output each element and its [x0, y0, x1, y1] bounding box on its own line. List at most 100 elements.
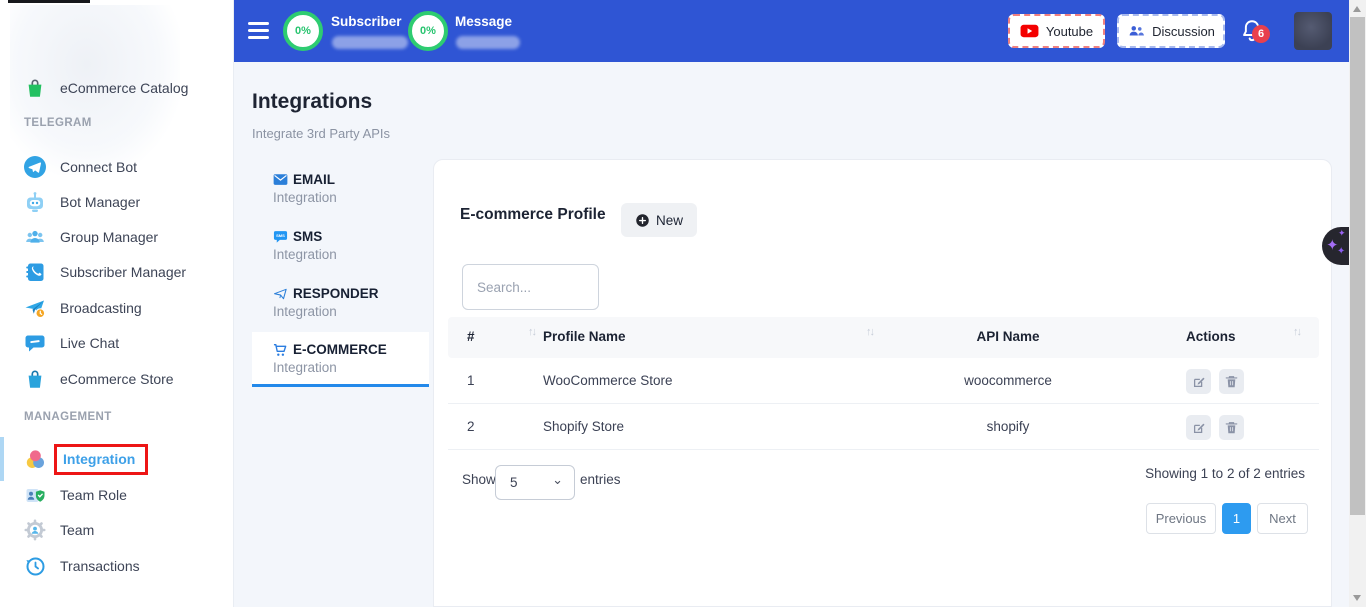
shopping-bag-green-icon: [23, 76, 47, 100]
sidebar-item-team[interactable]: Team: [0, 513, 233, 547]
delete-button[interactable]: [1219, 415, 1244, 440]
show-label: Show: [462, 472, 496, 487]
sidebar-item-label-annotated: Integration: [54, 444, 148, 475]
discussion-button-label: Discussion: [1152, 24, 1215, 39]
svg-text:SMS: SMS: [276, 233, 285, 238]
new-button-label: New: [656, 213, 683, 228]
row-num: 2: [467, 419, 475, 434]
scrollbar-thumb[interactable]: [1350, 17, 1365, 515]
sidebar-item-live-chat[interactable]: Live Chat: [0, 326, 233, 360]
table-row: 1 WooCommerce Store woocommerce: [448, 358, 1319, 404]
subscriber-stat-label: Subscriber: [331, 14, 402, 29]
sidebar-item-broadcasting[interactable]: Broadcasting: [0, 291, 233, 325]
telegram-plane-icon: [23, 155, 47, 179]
color-circles-icon: [23, 447, 47, 471]
column-header-actions[interactable]: Actions: [1186, 329, 1236, 344]
vertical-scrollbar[interactable]: [1349, 0, 1366, 607]
scroll-up-arrow[interactable]: [1353, 6, 1361, 12]
broadcast-plane-icon: [23, 296, 47, 320]
column-header-api-name[interactable]: API Name: [878, 329, 1138, 344]
subnav-subtitle: Integration: [273, 304, 429, 319]
entries-select[interactable]: 5 ⌄: [495, 465, 575, 500]
discussion-button[interactable]: Discussion: [1117, 14, 1225, 48]
sort-icon[interactable]: ↑↓: [1293, 326, 1300, 338]
row-api-name: shopify: [878, 419, 1138, 434]
showing-entries-text: Showing 1 to 2 of 2 entries: [1145, 466, 1305, 481]
subnav-subtitle: Integration: [273, 190, 429, 205]
subscriber-percent: 0%: [295, 25, 311, 37]
subnav-subtitle: Integration: [273, 247, 429, 262]
pagination-previous-button[interactable]: Previous: [1146, 503, 1216, 534]
sidebar-item-label: Transactions: [60, 558, 140, 574]
sidebar-item-transactions[interactable]: Transactions: [0, 549, 233, 583]
message-progress-circle: 0%: [408, 11, 448, 51]
message-percent: 0%: [420, 25, 436, 37]
row-profile-name: WooCommerce Store: [543, 373, 673, 388]
users-icon: [1127, 23, 1145, 39]
message-stat-label: Message: [455, 14, 512, 29]
youtube-button-label: Youtube: [1046, 24, 1093, 39]
cart-icon: [273, 343, 288, 357]
edit-button[interactable]: [1186, 369, 1211, 394]
hamburger-menu-icon[interactable]: [248, 22, 269, 39]
sidebar-item-label: Bot Manager: [60, 194, 140, 210]
robot-icon: [23, 190, 47, 214]
column-header-num[interactable]: #: [467, 329, 475, 344]
search-input[interactable]: [462, 264, 599, 310]
subnav-item-sms[interactable]: SMS SMS Integration: [252, 229, 429, 262]
message-stat-redacted-value: [456, 36, 520, 49]
sidebar: eCommerce Catalog TELEGRAM Connect Bot B…: [0, 0, 234, 607]
topbar: 0% Subscriber 0% Message Youtube Discuss…: [234, 0, 1349, 62]
sidebar-item-integration[interactable]: Integration: [0, 442, 233, 476]
send-plane-icon: [273, 287, 288, 301]
subscriber-stat-redacted-value: [332, 36, 408, 49]
edit-button[interactable]: [1186, 415, 1211, 440]
sort-icon[interactable]: ↑↓: [866, 326, 873, 338]
row-profile-name: Shopify Store: [543, 419, 624, 434]
sidebar-section-telegram: TELEGRAM: [24, 117, 92, 129]
sidebar-item-label: Group Manager: [60, 229, 158, 245]
sidebar-item-ecommerce-store[interactable]: eCommerce Store: [0, 362, 233, 396]
column-header-profile-name[interactable]: Profile Name: [543, 329, 626, 344]
sidebar-item-connect-bot[interactable]: Connect Bot: [0, 150, 233, 184]
subscriber-progress-circle: 0%: [283, 11, 323, 51]
sort-icon[interactable]: ↑↓: [528, 326, 535, 338]
entries-select-value: 5: [510, 475, 518, 490]
sidebar-section-management: MANAGEMENT: [24, 411, 112, 423]
sidebar-item-label: Subscriber Manager: [60, 264, 186, 280]
sidebar-item-group-manager[interactable]: Group Manager: [0, 220, 233, 254]
sms-bubble-icon: SMS: [273, 230, 288, 244]
contact-book-icon: [23, 260, 47, 284]
pagination-page-1-button[interactable]: 1: [1222, 503, 1251, 534]
sidebar-item-ecommerce-catalog[interactable]: eCommerce Catalog: [0, 71, 233, 105]
sidebar-item-subscriber-manager[interactable]: Subscriber Manager: [0, 255, 233, 289]
subnav-item-ecommerce[interactable]: E-COMMERCE Integration: [252, 332, 429, 387]
subnav-title-label: EMAIL: [293, 172, 335, 187]
app-root: eCommerce Catalog TELEGRAM Connect Bot B…: [0, 0, 1366, 607]
sidebar-item-label: Team: [60, 522, 94, 538]
row-num: 1: [467, 373, 475, 388]
new-profile-button[interactable]: New: [621, 203, 697, 237]
sidebar-item-label: Team Role: [60, 487, 127, 503]
ecommerce-profile-card: E-commerce Profile New # ↑↓ Profile Name…: [433, 159, 1332, 607]
youtube-button[interactable]: Youtube: [1008, 14, 1105, 48]
chevron-down-icon: ⌄: [552, 472, 563, 488]
subnav-item-email[interactable]: EMAIL Integration: [252, 172, 429, 205]
subnav-title-label: E-COMMERCE: [293, 342, 387, 357]
subnav-item-responder[interactable]: RESPONDER Integration: [252, 286, 429, 319]
notification-count-badge: 6: [1252, 25, 1270, 43]
sidebar-item-team-role[interactable]: Team Role: [0, 478, 233, 512]
logo-redacted-bar: [8, 0, 90, 3]
delete-button[interactable]: [1219, 369, 1244, 394]
user-avatar[interactable]: [1294, 12, 1332, 50]
subnav-title-label: SMS: [293, 229, 322, 244]
entries-label: entries: [580, 472, 621, 487]
sidebar-item-bot-manager[interactable]: Bot Manager: [0, 185, 233, 219]
shopping-bag-blue-icon: [23, 367, 47, 391]
scroll-down-arrow[interactable]: [1353, 595, 1361, 601]
pagination-next-button[interactable]: Next: [1257, 503, 1308, 534]
people-group-icon: [23, 225, 47, 249]
subnav-subtitle: Integration: [273, 360, 429, 375]
chat-bubble-icon: [23, 331, 47, 355]
sidebar-item-label: Live Chat: [60, 335, 119, 351]
